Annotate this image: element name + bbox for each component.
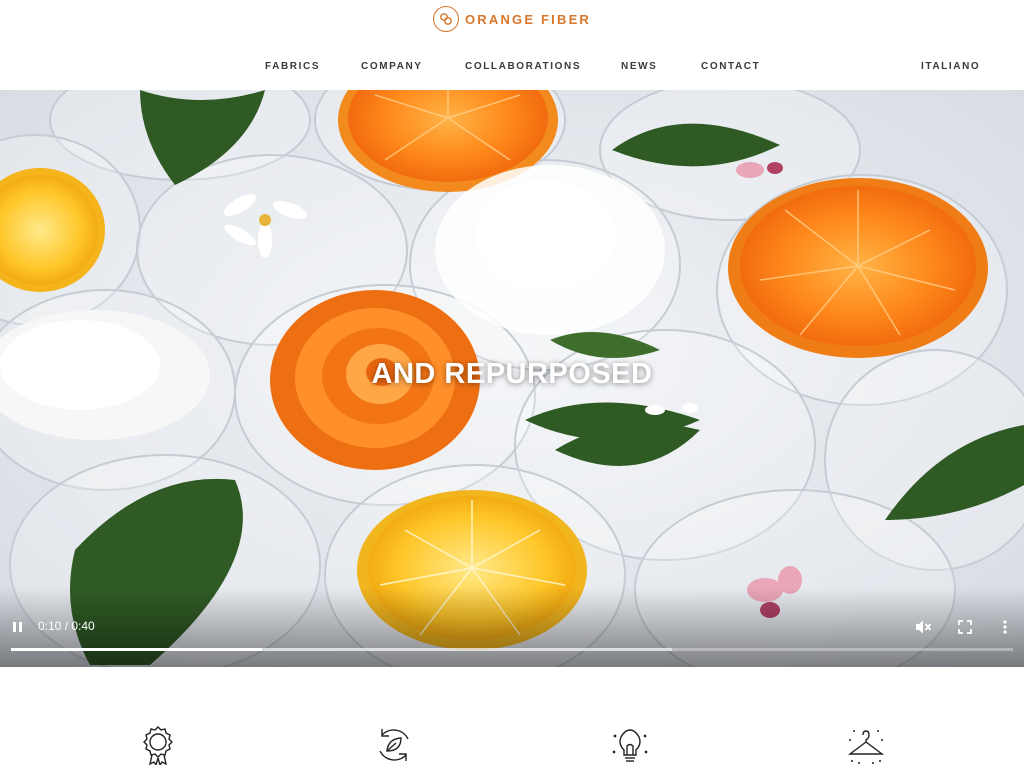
lightbulb-icon xyxy=(612,729,648,762)
volume-muted-icon xyxy=(916,620,932,634)
pause-button[interactable] xyxy=(10,620,26,636)
brand-name: ORANGE FIBER xyxy=(464,11,592,27)
time-display: 0:10 / 0:40 xyxy=(38,619,95,633)
hero-overlay-text: AND REPURPOSED xyxy=(371,358,653,390)
fullscreen-button[interactable] xyxy=(957,619,973,635)
controls-gradient xyxy=(0,587,1024,667)
nav-item-fabrics[interactable]: FABRICS xyxy=(265,61,320,72)
fullscreen-icon xyxy=(958,620,972,634)
more-vertical-icon xyxy=(1003,620,1007,634)
nav-item-company[interactable]: COMPANY xyxy=(361,61,423,72)
nav-item-contact[interactable]: CONTACT xyxy=(701,61,760,72)
mute-button[interactable] xyxy=(914,618,932,636)
main-nav: FABRICS COMPANY COLLABORATIONS NEWS CONT… xyxy=(0,61,1024,75)
language-switch[interactable]: ITALIANO xyxy=(921,61,980,72)
pause-icon xyxy=(13,622,16,632)
orange-fiber-logo-icon xyxy=(432,6,459,32)
more-options-button[interactable] xyxy=(1000,619,1010,635)
award-badge-icon xyxy=(143,726,173,765)
features-row xyxy=(0,667,1024,768)
recycle-leaf-icon xyxy=(379,729,409,761)
nav-item-collaborations[interactable]: COLLABORATIONS xyxy=(465,61,581,72)
progress-played xyxy=(11,648,262,651)
hero-video[interactable]: AND REPURPOSED 0:10 / 0:40 xyxy=(0,90,1024,667)
site-header: ORANGE FIBER FABRICS COMPANY COLLABORATI… xyxy=(0,0,1024,90)
video-progress-bar[interactable] xyxy=(11,648,1013,651)
brand-logo[interactable]: ORANGE FIBER xyxy=(0,6,1024,32)
nav-item-news[interactable]: NEWS xyxy=(621,61,657,72)
hanger-icon xyxy=(847,730,885,764)
